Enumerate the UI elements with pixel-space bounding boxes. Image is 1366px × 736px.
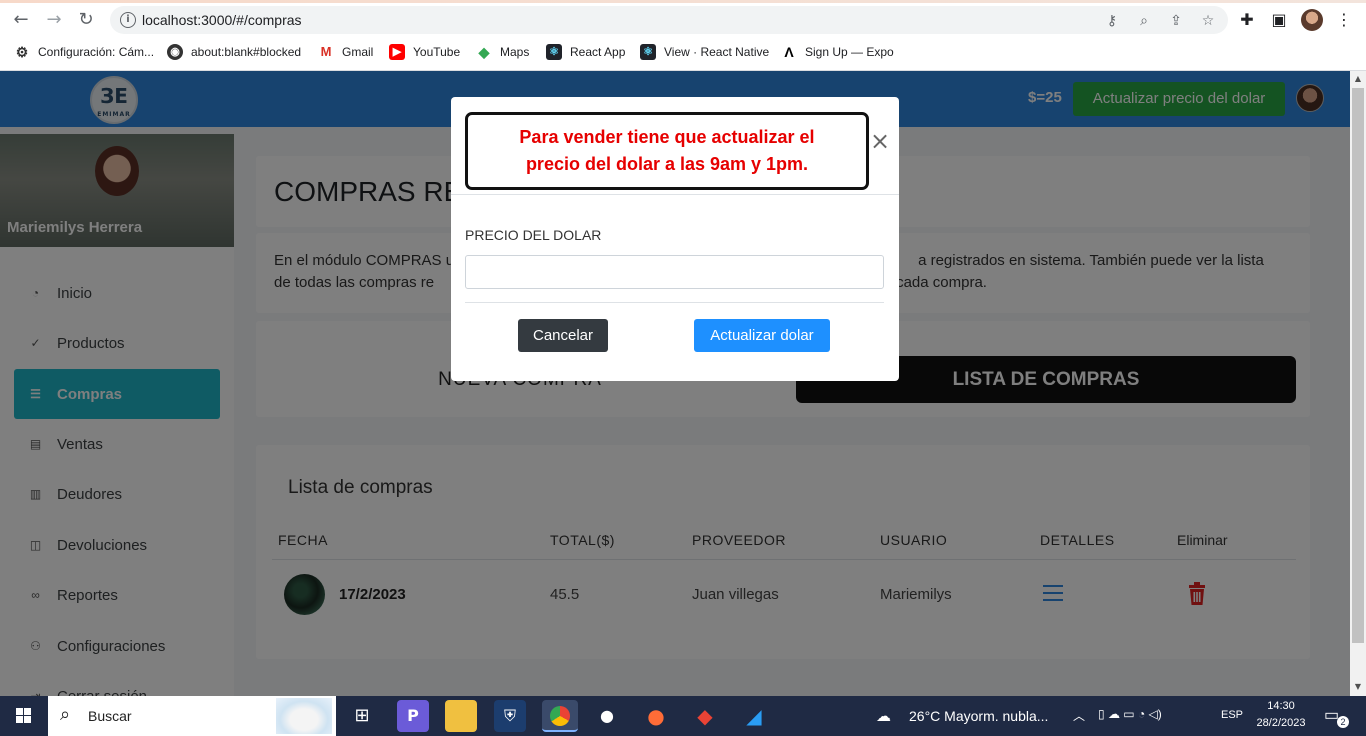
- chevron-up-icon[interactable]: ︿: [1073, 707, 1085, 724]
- git-icon[interactable]: ◆: [689, 700, 721, 732]
- site-info-icon[interactable]: i: [120, 12, 136, 28]
- gear-icon: ⚙: [15, 44, 29, 60]
- search-icon: ⌕: [60, 704, 71, 725]
- update-dollar-modal: Para vender tiene que actualizar el prec…: [451, 97, 899, 381]
- bookmark-gmail[interactable]: M Gmail: [318, 43, 374, 61]
- url-text[interactable]: localhost:3000/#/compras: [142, 12, 302, 28]
- language-indicator[interactable]: ESP: [1221, 709, 1243, 721]
- key-icon[interactable]: ⚷: [1104, 13, 1120, 29]
- bookmark-maps[interactable]: ◆ Maps: [476, 43, 530, 61]
- mongodb-icon[interactable]: ●: [591, 700, 623, 732]
- bookmark-react-native[interactable]: ⚛ View · React Native: [640, 43, 769, 61]
- update-dollar-button[interactable]: Actualizar dolar: [694, 319, 830, 352]
- cancel-button[interactable]: Cancelar: [518, 319, 608, 352]
- modal-divider: [465, 302, 884, 303]
- tab-strip-accent: [0, 0, 1366, 3]
- extensions-icon[interactable]: ✚: [1237, 10, 1257, 30]
- globe-icon: ◉: [167, 44, 183, 60]
- scroll-up-icon[interactable]: ▲: [1350, 72, 1366, 86]
- scroll-down-icon[interactable]: ▼: [1350, 680, 1366, 694]
- back-icon[interactable]: ←: [10, 9, 32, 31]
- task-view-icon[interactable]: ⊞: [346, 700, 378, 732]
- forward-icon[interactable]: →: [43, 9, 65, 31]
- gmail-icon: M: [320, 44, 332, 59]
- clock-time[interactable]: 14:30: [1255, 700, 1307, 712]
- star-icon[interactable]: ☆: [1200, 13, 1216, 29]
- vscode-icon[interactable]: ◢: [738, 700, 770, 732]
- profile-avatar[interactable]: [1301, 9, 1323, 31]
- bookmarks-bar: ⚙ Configuración: Cám... ◉ about:blank#bloc…: [0, 41, 1366, 63]
- expo-icon: Λ: [784, 44, 794, 60]
- scroll-thumb[interactable]: [1352, 88, 1364, 643]
- bookmark-youtube[interactable]: ▶ YouTube: [389, 43, 460, 61]
- modal-alert-message: Para vender tiene que actualizar el prec…: [465, 112, 869, 190]
- weather-icon[interactable]: ☁: [876, 707, 891, 725]
- browser-chrome: ← → ↻ i localhost:3000/#/compras ⚷ ⌕ ⇪ ☆…: [0, 0, 1366, 71]
- weather-text[interactable]: 26°C Mayorm. nubla...: [909, 708, 1048, 724]
- react-icon: ⚛: [546, 44, 562, 60]
- youtube-icon: ▶: [389, 44, 405, 60]
- chrome-taskbar-icon[interactable]: [542, 700, 578, 732]
- postman-icon[interactable]: ●: [640, 700, 672, 732]
- ppp-app-icon[interactable]: P: [397, 700, 429, 732]
- bookmark-settings[interactable]: ⚙ Configuración: Cám...: [14, 43, 154, 61]
- page-scrollbar[interactable]: ▲ ▼: [1350, 71, 1366, 696]
- address-bar[interactable]: i localhost:3000/#/compras ⚷ ⌕ ⇪ ☆: [110, 6, 1228, 34]
- file-explorer-icon[interactable]: [445, 700, 477, 732]
- bookmark-expo[interactable]: Λ Sign Up — Expo: [781, 43, 893, 61]
- close-icon[interactable]: ×: [870, 129, 890, 153]
- app-viewport: ЗE EMIMAR $=25 Actualizar precio del dol…: [0, 71, 1350, 696]
- bookmark-blank[interactable]: ◉ about:blank#blocked: [167, 43, 301, 61]
- side-panel-icon[interactable]: ▣: [1269, 10, 1289, 30]
- share-icon[interactable]: ⇪: [1168, 13, 1184, 29]
- modal-header: Para vender tiene que actualizar el prec…: [451, 97, 899, 195]
- taskbar-search[interactable]: ⌕ Buscar: [48, 696, 336, 736]
- tray-icons[interactable]: ▯ ☁ ▭ ◔ ◁): [1098, 707, 1162, 721]
- notification-count: 2: [1337, 716, 1349, 728]
- clock-date[interactable]: 28/2/2023: [1252, 717, 1310, 729]
- maps-icon: ◆: [478, 44, 490, 60]
- menu-icon[interactable]: ⋮: [1334, 10, 1354, 30]
- search-highlight-image: [276, 698, 332, 734]
- chrome-logo: [550, 706, 570, 726]
- react-icon: ⚛: [640, 44, 656, 60]
- windows-start-icon[interactable]: [0, 696, 48, 736]
- zoom-icon[interactable]: ⌕: [1136, 13, 1152, 29]
- bookmark-react-app[interactable]: ⚛ React App: [546, 43, 625, 61]
- dollar-price-label: PRECIO DEL DOLAR: [465, 227, 602, 243]
- reload-icon[interactable]: ↻: [75, 9, 97, 31]
- dollar-price-input[interactable]: [465, 255, 884, 289]
- shield-app-icon[interactable]: ⛨: [494, 700, 526, 732]
- windows-taskbar: ⌕ Buscar ⊞ P ⛨ ● ● ◆ ◢ ☁ 26°C Mayorm. nu…: [0, 696, 1366, 736]
